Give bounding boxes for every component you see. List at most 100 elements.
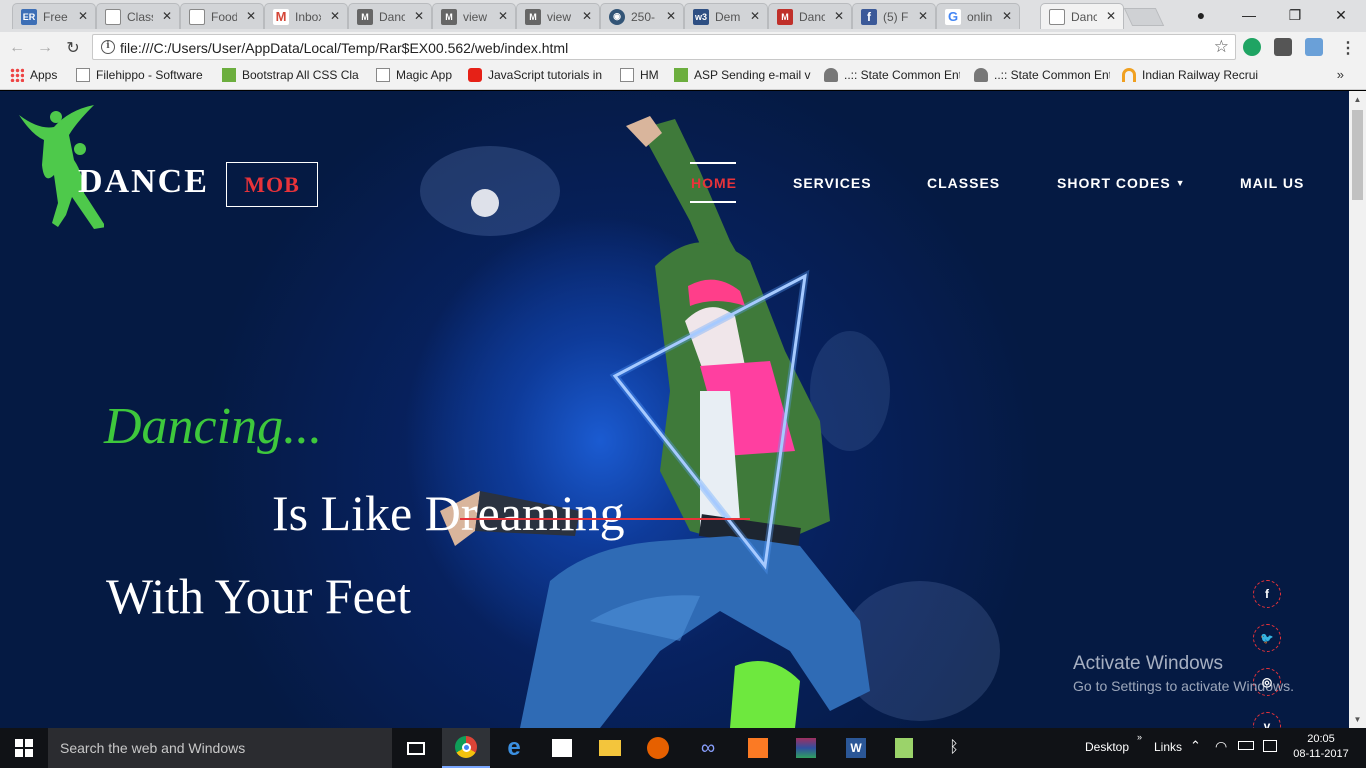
logo-badge[interactable]: MOB — [226, 162, 318, 207]
nav-home[interactable]: HOME — [691, 175, 737, 191]
chrome-icon[interactable] — [442, 728, 490, 768]
bookmark-item[interactable]: ASP Sending e-mail v — [674, 68, 812, 82]
desktop-toolbar-label[interactable]: Desktop — [1085, 740, 1129, 754]
bookmarks-overflow-button[interactable]: » — [1337, 67, 1344, 82]
tray-expand-icon[interactable]: ⌃ — [1190, 738, 1201, 754]
browser-tab[interactable]: Food ✕ — [180, 3, 264, 29]
bookmark-item[interactable]: Magic App — [376, 68, 460, 82]
twitter-icon[interactable]: 🐦 — [1253, 624, 1281, 652]
taskbar-search-input[interactable]: Search the web and Windows — [48, 728, 392, 768]
youtube-icon — [468, 68, 482, 82]
bookmark-item[interactable]: Indian Railway Recrui — [1122, 68, 1260, 82]
vimeo-icon[interactable]: v — [1253, 712, 1281, 728]
activate-windows-title: Activate Windows — [1073, 653, 1223, 674]
taskbar-clock[interactable]: 20:05 08-11-2017 — [1290, 732, 1352, 762]
close-icon[interactable]: ✕ — [666, 9, 676, 23]
close-icon[interactable]: ✕ — [918, 9, 928, 23]
railway-icon — [1122, 68, 1136, 82]
bookmark-apps[interactable]: Apps — [10, 68, 70, 82]
scroll-up-icon[interactable]: ▲ — [1349, 91, 1366, 108]
screenshot-icon[interactable] — [1305, 38, 1323, 56]
nav-active-bar — [690, 162, 736, 164]
minimize-button[interactable]: — — [1226, 0, 1272, 30]
browser-tab[interactable]: Mview ✕ — [516, 3, 600, 29]
menu-icon[interactable]: ⋮ — [1340, 38, 1356, 58]
browser-tab[interactable]: ◉ 250- ✕ — [600, 3, 684, 29]
page-icon — [1049, 8, 1065, 25]
globe-icon: ◉ — [609, 8, 625, 25]
apps-grid-icon — [10, 68, 24, 82]
battery-icon[interactable] — [1238, 741, 1254, 750]
bookmark-item[interactable]: Bootstrap All CSS Cla — [222, 68, 360, 82]
winrar-icon[interactable] — [782, 728, 830, 768]
close-icon[interactable]: ✕ — [1106, 9, 1116, 23]
windows-start-button[interactable] — [0, 728, 48, 768]
browser-tab[interactable]: M Danc ✕ — [348, 3, 432, 29]
bookmark-star-icon[interactable]: ☆ — [1214, 37, 1229, 57]
xampp-icon[interactable] — [734, 728, 782, 768]
template-icon: M — [777, 8, 793, 25]
close-icon[interactable]: ✕ — [834, 9, 844, 23]
close-icon[interactable]: ✕ — [1002, 9, 1012, 23]
toolbar-overflow-icon[interactable]: » — [1137, 732, 1142, 742]
links-toolbar-label[interactable]: Links — [1154, 740, 1182, 754]
close-icon[interactable]: ✕ — [414, 9, 424, 23]
browser-tab[interactable]: w3 Dem ✕ — [684, 3, 768, 29]
scrollbar-thumb[interactable] — [1352, 110, 1363, 200]
firefox-icon[interactable] — [634, 728, 682, 768]
notifications-icon[interactable] — [1263, 740, 1277, 752]
caret-down-icon: ▼ — [1175, 178, 1186, 188]
scroll-down-icon[interactable]: ▼ — [1349, 711, 1366, 728]
word-icon[interactable]: W — [832, 728, 880, 768]
task-view-icon[interactable] — [392, 728, 440, 768]
edge-icon[interactable]: e — [490, 728, 538, 768]
close-icon[interactable]: ✕ — [246, 9, 256, 23]
browser-tab[interactable]: Mview ✕ — [432, 3, 516, 29]
nav-classes[interactable]: CLASSES — [927, 175, 1000, 191]
close-icon[interactable]: ✕ — [582, 9, 592, 23]
bookmark-item[interactable]: ..:: State Common Ent — [824, 68, 960, 82]
new-tab-button[interactable] — [1123, 8, 1165, 26]
infinity-icon[interactable]: ∞ — [684, 728, 732, 768]
browser-tab[interactable]: Gonlin ✕ — [936, 3, 1020, 29]
grammarly-icon[interactable] — [1243, 38, 1261, 56]
browser-tab[interactable]: ER Free ✕ — [12, 3, 96, 29]
browser-tab[interactable]: Class✕ — [96, 3, 180, 29]
close-icon[interactable]: ✕ — [750, 9, 760, 23]
notepad-plus-icon[interactable] — [880, 728, 928, 768]
nav-mail-us[interactable]: MAIL US — [1240, 175, 1304, 191]
store-icon[interactable] — [538, 728, 586, 768]
close-icon[interactable]: ✕ — [78, 9, 88, 23]
reload-icon[interactable]: ↻ — [62, 37, 84, 59]
close-icon[interactable]: ✕ — [162, 9, 172, 23]
info-icon[interactable]: i — [101, 40, 115, 54]
bookmark-item[interactable]: JavaScript tutorials in — [468, 68, 604, 82]
browser-tab[interactable]: M Danc ✕ — [768, 3, 852, 29]
close-icon[interactable]: ✕ — [498, 9, 508, 23]
browser-tab[interactable]: f (5) F ✕ — [852, 3, 936, 29]
google-icon: G — [945, 8, 961, 25]
bookmark-item[interactable]: ..:: State Common Ent — [974, 68, 1110, 82]
profile-icon[interactable]: ● — [1178, 0, 1224, 30]
bookmark-item[interactable]: Filehippo - Software — [76, 68, 210, 82]
file-explorer-icon[interactable] — [586, 728, 634, 768]
nav-short-codes[interactable]: SHORT CODES ▼ — [1057, 175, 1186, 191]
nav-services[interactable]: SERVICES — [793, 175, 872, 191]
extension-icon[interactable] — [1274, 38, 1292, 56]
maximize-button[interactable]: ❐ — [1272, 0, 1318, 30]
close-window-button[interactable]: ✕ — [1318, 0, 1364, 30]
forward-arrow-icon[interactable]: → — [34, 37, 56, 59]
w3layouts-icon — [674, 68, 688, 82]
back-arrow-icon[interactable]: ← — [6, 37, 28, 59]
browser-tab-active[interactable]: Danc ✕ — [1040, 3, 1124, 29]
page-icon — [620, 68, 634, 82]
browser-tab[interactable]: MInbox✕ — [264, 3, 348, 29]
bookmark-item[interactable]: HM — [620, 68, 662, 82]
address-bar[interactable]: i file:///C:/Users/User/AppData/Local/Te… — [92, 34, 1236, 60]
bluetooth-icon[interactable]: ᛒ — [930, 728, 978, 768]
template-icon: M — [525, 8, 541, 25]
logo-text[interactable]: DANCE — [78, 163, 209, 201]
facebook-icon[interactable]: f — [1253, 580, 1281, 608]
close-icon[interactable]: ✕ — [330, 9, 340, 23]
wifi-icon[interactable]: ◠ — [1215, 738, 1227, 755]
